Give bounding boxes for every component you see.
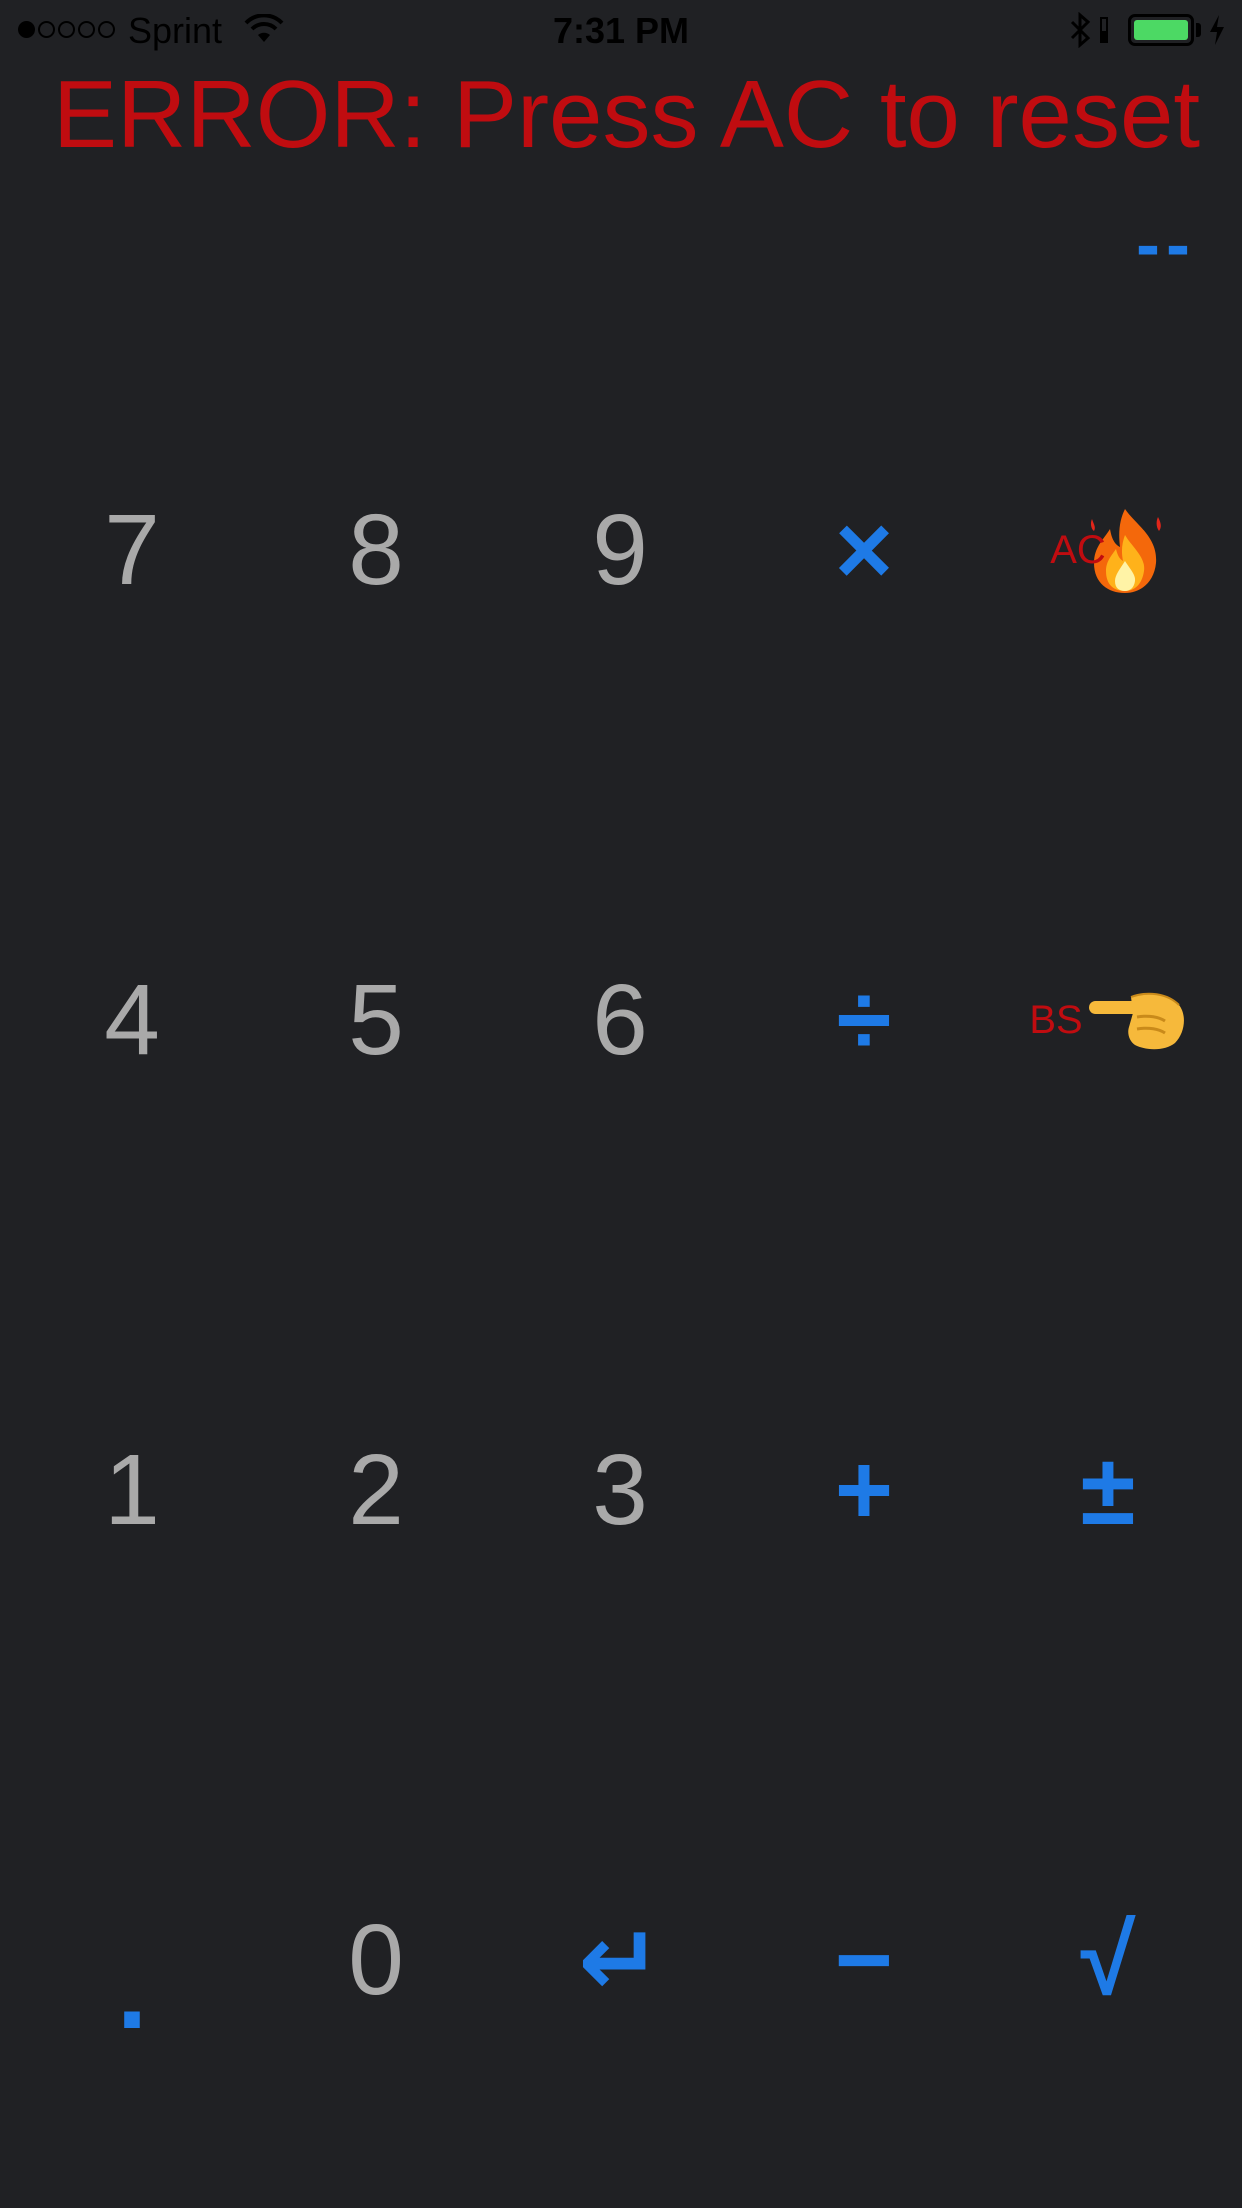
battery-fill — [1134, 20, 1188, 40]
status-time: 7:31 PM — [552, 10, 690, 51]
charging-icon — [1210, 15, 1224, 45]
backspace-label: BS — [1029, 997, 1083, 1042]
key-all-clear[interactable]: AC — [986, 400, 1230, 700]
key-0[interactable]: 0 — [254, 1810, 498, 2110]
value-display: -- — [1136, 205, 1196, 285]
key-7[interactable]: 7 — [10, 400, 254, 700]
key-square-root[interactable]: √ — [986, 1810, 1230, 2110]
key-backspace[interactable]: BS — [986, 870, 1230, 1170]
key-multiply[interactable]: × — [742, 400, 986, 700]
key-9[interactable]: 9 — [498, 400, 742, 700]
keypad: 7 8 9 × AC 4 5 6 ÷ BS 1 2 3 + ± . 0 ↵ − … — [0, 316, 1242, 2208]
key-4[interactable]: 4 — [10, 870, 254, 1170]
enter-icon: ↵ — [578, 1904, 662, 2017]
key-divide[interactable]: ÷ — [742, 870, 986, 1170]
status-bar: Sprint 7:31 PM — [0, 0, 1242, 60]
backhand-index-pointing-left-icon — [1088, 992, 1184, 1050]
battery-icon — [1128, 14, 1194, 46]
battery-tip — [1196, 23, 1201, 37]
key-3[interactable]: 3 — [498, 1340, 742, 1640]
error-message: ERROR: Press AC to reset — [53, 61, 1200, 168]
key-8[interactable]: 8 — [254, 400, 498, 700]
key-6[interactable]: 6 — [498, 870, 742, 1170]
key-5[interactable]: 5 — [254, 870, 498, 1170]
key-plus-minus[interactable]: ± — [986, 1340, 1230, 1640]
key-minus[interactable]: − — [742, 1810, 986, 2110]
all-clear-label: AC — [1050, 527, 1106, 572]
key-1[interactable]: 1 — [10, 1340, 254, 1640]
key-2[interactable]: 2 — [254, 1340, 498, 1640]
bluetooth-device-battery-icon — [1100, 17, 1108, 43]
key-decimal[interactable]: . — [10, 1810, 254, 2110]
key-enter[interactable]: ↵ — [498, 1810, 742, 2110]
key-plus[interactable]: + — [742, 1340, 986, 1640]
bluetooth-icon — [1070, 12, 1091, 48]
